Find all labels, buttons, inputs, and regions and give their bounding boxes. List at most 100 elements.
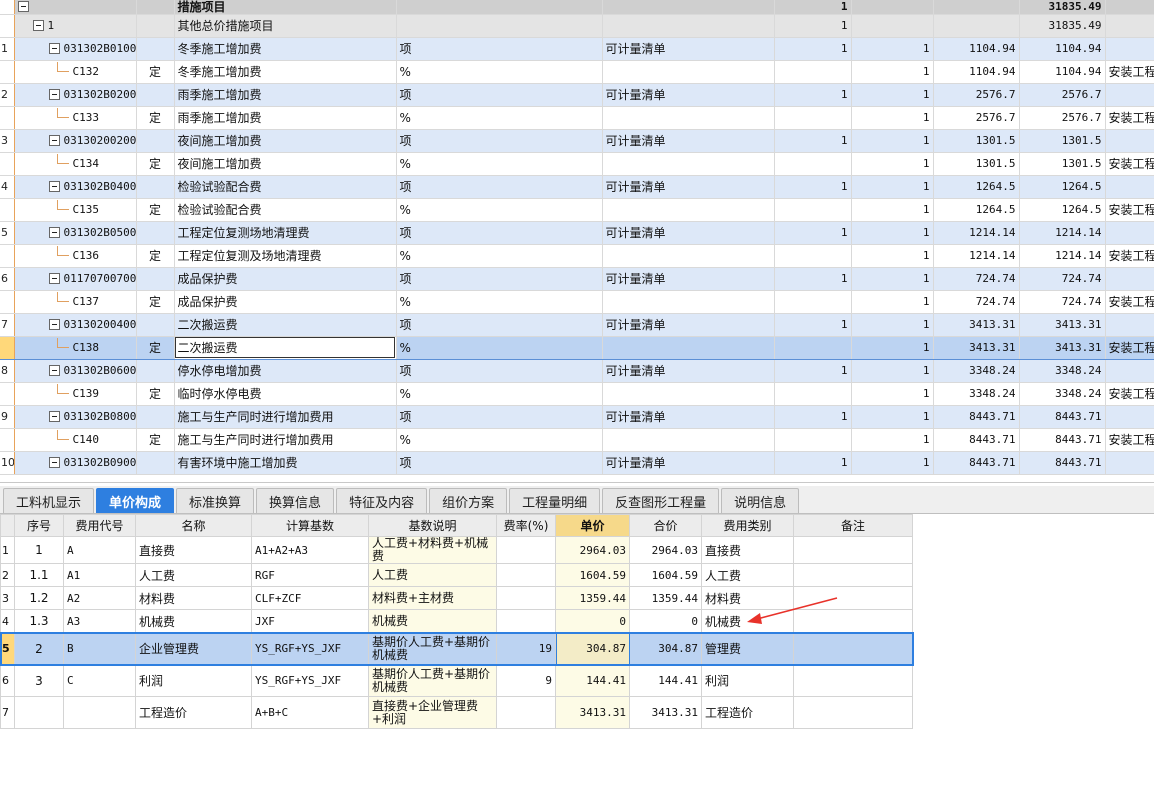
item-type-cell[interactable]: 可计量清单	[602, 83, 775, 107]
quota-q2-cell[interactable]: 1	[851, 106, 934, 130]
item-kind-cell[interactable]	[136, 359, 175, 383]
item-name-cell[interactable]: 成品保护费	[174, 267, 397, 291]
item-type-cell[interactable]: 可计量清单	[602, 359, 775, 383]
fee-category-cell[interactable]: 人工费	[701, 563, 794, 587]
quota-q1-cell[interactable]	[774, 428, 852, 452]
fee-code-cell[interactable]: B	[63, 632, 136, 665]
quota-row[interactable]: C140 定 施工与生产同时进行增加费用% 1 8443.71 8443.71 安装工程	[0, 428, 1154, 452]
bill-item-row[interactable]: 1 031302B01001 冬季施工增加费 项 可计量清单 1 1 1104.94 1104.…	[0, 37, 1154, 61]
item-code-cell[interactable]: 031302B01001	[14, 37, 137, 61]
quota-type-cell[interactable]	[602, 60, 775, 84]
quota-code-cell[interactable]: C133	[14, 106, 137, 130]
item-price-cell[interactable]: 8443.71	[933, 405, 1020, 429]
item-kind-cell[interactable]	[136, 37, 175, 61]
minus-box-icon[interactable]	[17, 1, 29, 13]
item-name-cell[interactable]: 雨季施工增加费	[174, 83, 397, 107]
quota-q1-cell[interactable]	[774, 382, 852, 406]
unit-price-cell[interactable]: 2964.03	[555, 536, 630, 564]
tab-1[interactable]: 单价构成	[96, 488, 175, 513]
calc-base-cell[interactable]: YS_RGF+YS_JXF	[251, 632, 369, 665]
unit-price-cell[interactable]: 1604.59	[555, 563, 630, 587]
item-type-cell[interactable]: 可计量清单	[602, 405, 775, 429]
bill-item-row[interactable]: 2 031302B02001 雨季施工增加费 项 可计量清单 1 1 2576.7 2576.7	[0, 83, 1154, 107]
base-desc-cell[interactable]: 人工费+材料费+机械费	[368, 536, 497, 564]
bill-item-row[interactable]: 8 031302B06001 停水停电增加费 项 可计量清单 1 1 3348.24 3348.…	[0, 359, 1154, 383]
quota-type-cell[interactable]	[602, 335, 775, 360]
bill-item-row[interactable]: 4 031302B04001 检验试验配合费 项 可计量清单 1 1 1264.5 1264.5	[0, 175, 1154, 199]
quota-code-cell[interactable]: C138	[14, 335, 137, 360]
item-code-cell[interactable]: 031302B06001	[14, 359, 137, 383]
quota-q1-cell[interactable]	[774, 152, 852, 176]
composition-row[interactable]: 7 工程造价 A+B+C 直接费+企业管理费+利润 3413.31 3413.31 工程造价	[0, 696, 913, 729]
item-name-cell[interactable]: 冬季施工增加费	[174, 37, 397, 61]
fee-name-cell[interactable]: 企业管理费	[135, 632, 252, 665]
calc-base-cell[interactable]: RGF	[251, 563, 369, 587]
quota-unit-cell[interactable]: %	[396, 428, 603, 452]
rate-cell[interactable]	[496, 536, 556, 564]
tab-3[interactable]: 换算信息	[256, 488, 335, 513]
minus-box-icon[interactable]	[48, 365, 60, 376]
fee-category-cell[interactable]: 工程造价	[701, 696, 794, 729]
item-kind-cell[interactable]	[136, 175, 175, 199]
item-price-cell[interactable]: 724.74	[933, 267, 1020, 291]
quota-q2-cell[interactable]: 1	[851, 60, 934, 84]
col-header-category[interactable]: 费用类别	[701, 514, 794, 537]
quota-name-cell[interactable]: 施工与生产同时进行增加费用	[174, 428, 397, 452]
minus-box-icon[interactable]	[48, 319, 60, 330]
quota-name-cell[interactable]: 夜间施工增加费	[174, 152, 397, 176]
quota-name-cell[interactable]: 二次搬运费	[174, 335, 397, 360]
rate-cell[interactable]: 19	[496, 632, 556, 665]
fee-code-cell[interactable]	[63, 696, 136, 729]
quota-price-cell[interactable]: 8443.71	[933, 428, 1020, 452]
item-q1-cell[interactable]: 1	[774, 313, 852, 337]
unit-price-cell[interactable]: 1359.44	[555, 586, 630, 610]
seq-cell[interactable]: 1.3	[14, 609, 64, 633]
rate-cell[interactable]	[496, 563, 556, 587]
rate-cell[interactable]	[496, 609, 556, 633]
item-name-cell[interactable]: 有害环境中施工增加费	[174, 451, 397, 475]
col-header-base[interactable]: 计算基数	[251, 514, 369, 537]
quota-name-cell[interactable]: 雨季施工增加费	[174, 106, 397, 130]
item-cat-cell[interactable]	[1105, 175, 1154, 199]
col-header-name[interactable]: 名称	[135, 514, 252, 537]
quota-row[interactable]: C132 定 冬季施工增加费% 1 1104.94 1104.94 安装工程	[0, 60, 1154, 84]
item-cat-cell[interactable]	[1105, 129, 1154, 153]
seq-cell[interactable]	[14, 696, 64, 729]
quota-total-cell[interactable]: 3413.31	[1019, 335, 1106, 360]
fee-name-cell[interactable]: 材料费	[135, 586, 252, 610]
quota-unit-cell[interactable]: %	[396, 106, 603, 130]
rate-cell[interactable]	[496, 586, 556, 610]
quota-q1-cell[interactable]	[774, 335, 852, 360]
minus-box-icon[interactable]	[48, 273, 60, 284]
item-name-cell[interactable]: 夜间施工增加费	[174, 129, 397, 153]
item-q2-cell[interactable]: 1	[851, 451, 934, 475]
rate-cell[interactable]	[496, 696, 556, 729]
item-q1-cell[interactable]: 1	[774, 359, 852, 383]
fee-name-cell[interactable]: 人工费	[135, 563, 252, 587]
item-kind-cell[interactable]	[136, 83, 175, 107]
remark-cell[interactable]	[793, 664, 913, 697]
quota-q2-cell[interactable]: 1	[851, 335, 934, 360]
item-code-cell[interactable]: 031302B08001	[14, 405, 137, 429]
quota-total-cell[interactable]: 1301.5	[1019, 152, 1106, 176]
quota-unit-cell[interactable]: %	[396, 152, 603, 176]
tab-8[interactable]: 说明信息	[721, 488, 800, 513]
measure-items-grid[interactable]: 措施项目 1 31835.49 1 其他总价措施项目 1 31835.49 1 031302B0…	[0, 0, 1154, 483]
minus-box-icon[interactable]	[48, 227, 60, 238]
item-total-cell[interactable]: 3413.31	[1019, 313, 1106, 337]
tab-4[interactable]: 特征及内容	[336, 488, 428, 513]
item-q2-cell[interactable]: 1	[851, 37, 934, 61]
col-header-total[interactable]: 合价	[629, 514, 702, 537]
quota-total-cell[interactable]: 1214.14	[1019, 244, 1106, 268]
item-type-cell[interactable]: 可计量清单	[602, 129, 775, 153]
quota-row[interactable]: C137 定 成品保护费% 1 724.74 724.74 安装工程	[0, 290, 1154, 314]
fee-code-cell[interactable]: C	[63, 664, 136, 697]
quota-name-cell[interactable]: 冬季施工增加费	[174, 60, 397, 84]
quota-category-cell[interactable]: 安装工程	[1105, 60, 1154, 84]
quota-unit-cell[interactable]: %	[396, 198, 603, 222]
remark-cell[interactable]	[793, 563, 913, 587]
remark-cell[interactable]	[793, 536, 913, 564]
calc-base-cell[interactable]: CLF+ZCF	[251, 586, 369, 610]
group-code-cell[interactable]: 1	[14, 14, 137, 38]
quota-price-cell[interactable]: 3348.24	[933, 382, 1020, 406]
